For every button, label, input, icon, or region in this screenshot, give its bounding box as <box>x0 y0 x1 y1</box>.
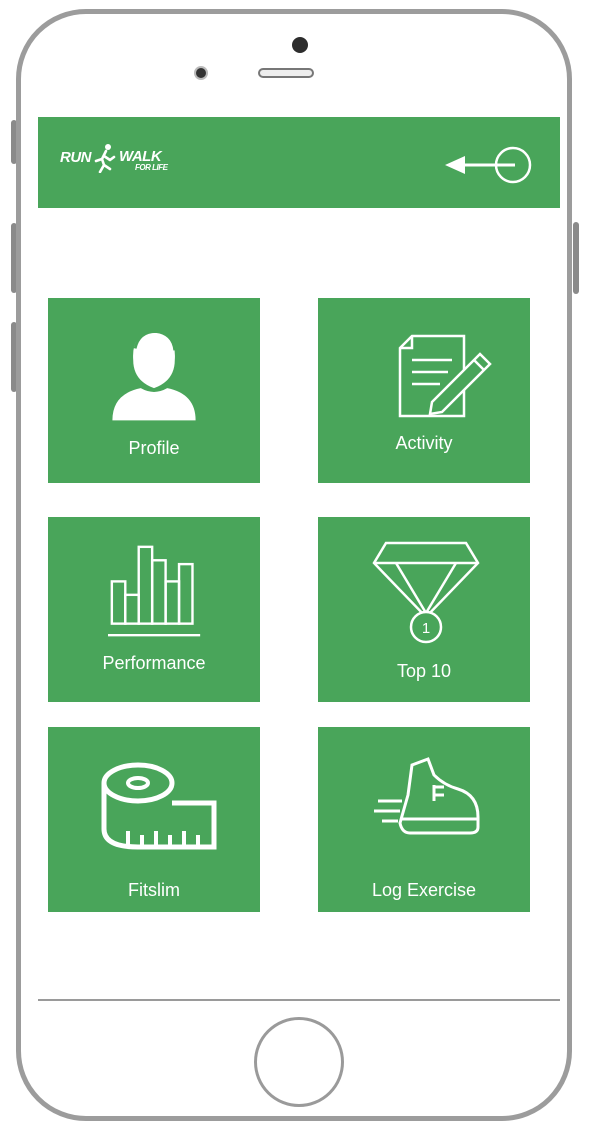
power-button <box>573 222 579 294</box>
user-icon <box>112 330 196 421</box>
logo-run-text: RUN <box>60 149 92 166</box>
app-screen: RUN WALK FOR LIFE Profile Activity Perfo… <box>38 117 560 1001</box>
page: RUN WALK FOR LIFE Profile Activity Perfo… <box>0 0 592 1133</box>
tile-log-exercise[interactable]: Log Exercise <box>318 727 530 912</box>
running-shoe-icon <box>374 757 480 835</box>
medal-icon: 1 <box>372 541 480 644</box>
proximity-sensor <box>194 66 208 80</box>
front-camera <box>292 37 308 53</box>
logo-walk-text: WALK <box>119 148 162 165</box>
tile-activity-label: Activity <box>395 433 453 453</box>
tile-log-exercise-label: Log Exercise <box>371 880 477 900</box>
home-button[interactable] <box>254 1017 344 1107</box>
logo-walk-group: WALK FOR LIFE <box>119 148 168 172</box>
app-logo: RUN WALK FOR LIFE <box>60 144 168 173</box>
earpiece-speaker <box>258 68 314 78</box>
tile-fitslim-label: Fitslim <box>128 880 180 900</box>
tile-top10[interactable]: 1 Top 10 <box>318 517 530 702</box>
tile-performance[interactable]: Performance <box>48 517 260 702</box>
logout-icon[interactable] <box>443 145 533 185</box>
document-pencil-icon <box>398 334 492 418</box>
tile-activity[interactable]: Activity <box>318 298 530 483</box>
bar-chart-icon <box>108 545 201 637</box>
svg-text:1: 1 <box>422 620 430 637</box>
tile-profile-label: Profile <box>128 438 180 458</box>
tile-fitslim[interactable]: Fitslim <box>48 727 260 912</box>
runner-icon <box>94 144 116 173</box>
logo-tagline: FOR LIFE <box>135 163 168 172</box>
tile-top10-label: Top 10 <box>396 661 452 681</box>
app-header: RUN WALK FOR LIFE <box>38 117 560 208</box>
measuring-tape-icon <box>101 762 217 850</box>
tile-profile[interactable]: Profile <box>48 298 260 483</box>
tile-performance-label: Performance <box>102 653 206 673</box>
